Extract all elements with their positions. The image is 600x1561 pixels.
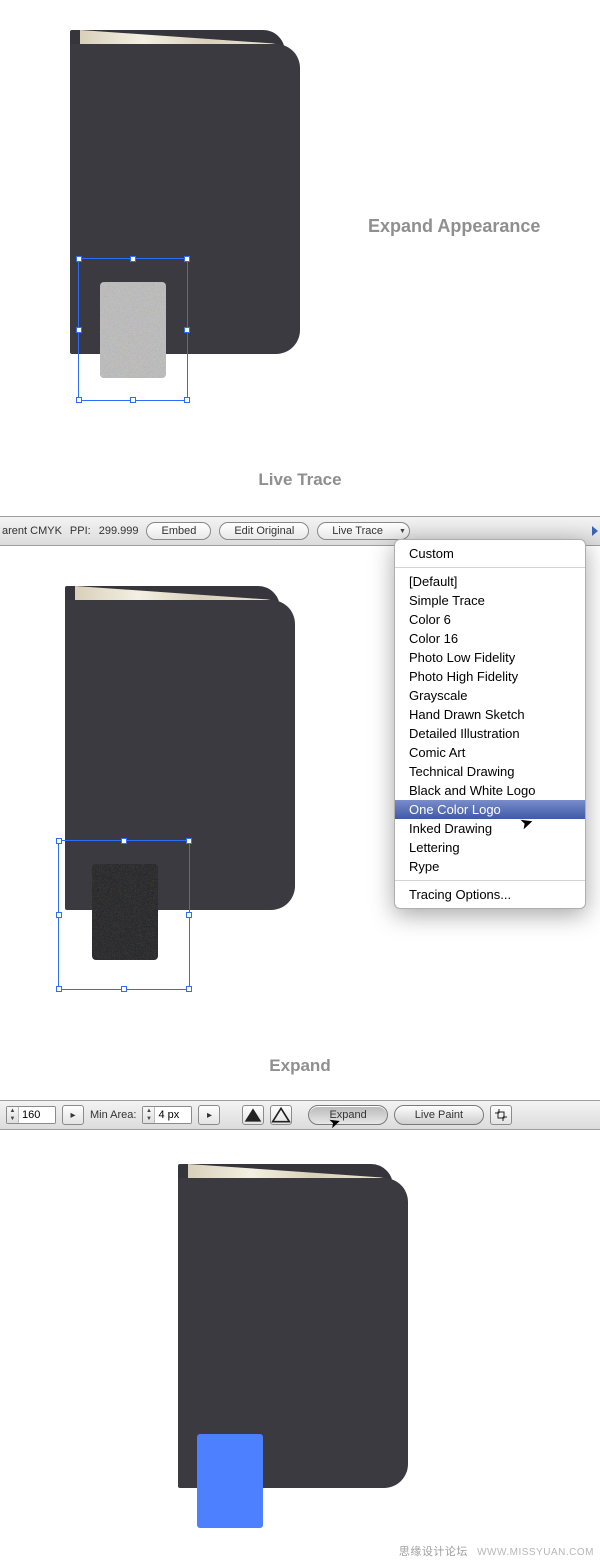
menu-item[interactable]: [Default] bbox=[395, 572, 585, 591]
selection-handle[interactable] bbox=[56, 838, 62, 844]
menu-item[interactable]: Black and White Logo bbox=[395, 781, 585, 800]
menu-divider bbox=[395, 567, 585, 568]
menu-item[interactable]: Detailed Illustration bbox=[395, 724, 585, 743]
texture-rectangle[interactable] bbox=[100, 282, 166, 378]
history-dropdown-icon[interactable]: ▸ bbox=[62, 1105, 84, 1125]
section-live-trace: Live Trace arent CMYK PPI: 299.999 Embed… bbox=[0, 470, 600, 1040]
edit-original-button[interactable]: Edit Original bbox=[219, 522, 309, 540]
trace-preset-menu[interactable]: Custom [Default]Simple TraceColor 6Color… bbox=[394, 539, 586, 909]
menu-item[interactable]: Photo High Fidelity bbox=[395, 667, 585, 686]
menu-item[interactable]: Simple Trace bbox=[395, 591, 585, 610]
history-dropdown-icon[interactable]: ▸ bbox=[198, 1105, 220, 1125]
section-expand-appearance: Expand Appearance bbox=[0, 0, 600, 470]
menu-item[interactable]: One Color Logo bbox=[395, 800, 585, 819]
heading-expand: Expand bbox=[0, 1056, 600, 1076]
selection-handle[interactable] bbox=[186, 986, 192, 992]
embed-button[interactable]: Embed bbox=[146, 522, 211, 540]
selection-handle[interactable] bbox=[130, 397, 136, 403]
menu-item[interactable]: Technical Drawing bbox=[395, 762, 585, 781]
control-toolbar: ▲▼ ▸ Min Area: ▲▼ ▸ Expand Live Paint bbox=[0, 1100, 600, 1130]
menu-item[interactable]: Comic Art bbox=[395, 743, 585, 762]
selection-handle[interactable] bbox=[186, 912, 192, 918]
crop-tool-icon[interactable] bbox=[490, 1105, 512, 1125]
view-vector-icon[interactable] bbox=[270, 1105, 292, 1125]
threshold-input[interactable] bbox=[19, 1107, 55, 1123]
menu-item[interactable]: Rype bbox=[395, 857, 585, 876]
live-trace-split-button[interactable]: Live Trace ▼ bbox=[317, 522, 410, 540]
min-area-input[interactable] bbox=[155, 1107, 191, 1123]
traced-shape[interactable] bbox=[197, 1434, 263, 1528]
selection-handle[interactable] bbox=[56, 986, 62, 992]
noise-icon bbox=[92, 864, 158, 960]
stepper-arrows-icon[interactable]: ▲▼ bbox=[143, 1107, 155, 1123]
watermark-url: WWW.MISSYUAN.COM bbox=[477, 1547, 594, 1558]
menu-item[interactable]: Inked Drawing bbox=[395, 819, 585, 838]
section-expand: Expand ▲▼ ▸ Min Area: ▲▼ ▸ Expand Live P… bbox=[0, 1060, 600, 1560]
noise-icon bbox=[100, 282, 166, 378]
min-area-stepper[interactable]: ▲▼ bbox=[142, 1106, 192, 1124]
ppi-value: 299.999 bbox=[99, 525, 139, 537]
menu-divider bbox=[395, 880, 585, 881]
menu-item-tracing-options[interactable]: Tracing Options... bbox=[395, 885, 585, 904]
live-paint-button[interactable]: Live Paint bbox=[394, 1105, 484, 1125]
selection-handle[interactable] bbox=[121, 986, 127, 992]
menu-item[interactable]: Hand Drawn Sketch bbox=[395, 705, 585, 724]
min-area-label: Min Area: bbox=[90, 1109, 136, 1121]
watermark: 思缘设计论坛 WWW.MISSYUAN.COM bbox=[399, 1543, 594, 1559]
selection-handle[interactable] bbox=[56, 912, 62, 918]
live-trace-button[interactable]: Live Trace bbox=[317, 522, 398, 540]
menu-item[interactable]: Grayscale bbox=[395, 686, 585, 705]
view-raster-icon[interactable] bbox=[242, 1105, 264, 1125]
expand-button[interactable]: Expand bbox=[308, 1105, 387, 1125]
dropdown-arrow-icon[interactable]: ▼ bbox=[396, 522, 410, 540]
threshold-stepper[interactable]: ▲▼ bbox=[6, 1106, 56, 1124]
color-profile-label: arent CMYK bbox=[2, 525, 62, 537]
menu-item[interactable]: Lettering bbox=[395, 838, 585, 857]
stepper-arrows-icon[interactable]: ▲▼ bbox=[7, 1107, 19, 1123]
texture-rectangle[interactable] bbox=[92, 864, 158, 960]
menu-item[interactable]: Color 6 bbox=[395, 610, 585, 629]
ppi-label: PPI: bbox=[70, 525, 91, 537]
watermark-cn: 思缘设计论坛 bbox=[399, 1546, 468, 1558]
heading-expand-appearance: Expand Appearance bbox=[368, 216, 540, 237]
menu-item-custom[interactable]: Custom bbox=[395, 544, 585, 563]
menu-item[interactable]: Color 16 bbox=[395, 629, 585, 648]
panel-flyout-icon[interactable] bbox=[592, 526, 598, 536]
selection-handle[interactable] bbox=[184, 397, 190, 403]
menu-item[interactable]: Photo Low Fidelity bbox=[395, 648, 585, 667]
heading-live-trace: Live Trace bbox=[0, 470, 600, 490]
selection-handle[interactable] bbox=[76, 397, 82, 403]
book-illustration bbox=[65, 586, 295, 906]
